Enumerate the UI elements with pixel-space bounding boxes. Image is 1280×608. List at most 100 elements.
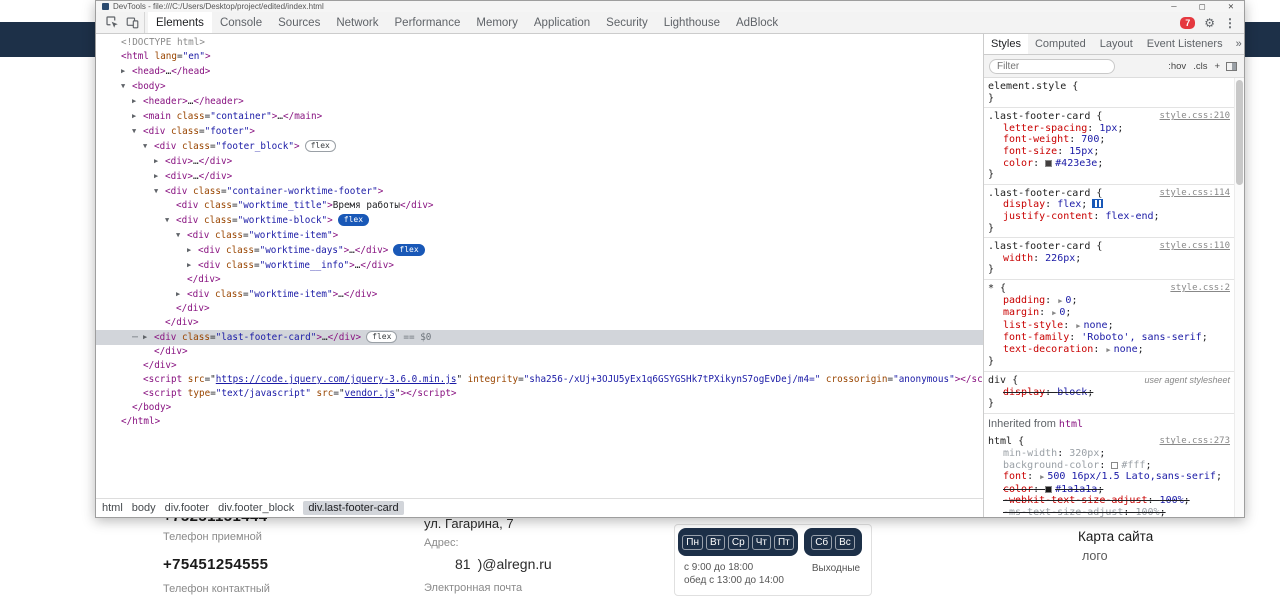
stylesheet-link[interactable]: style.css:110 <box>1154 241 1230 253</box>
css-property[interactable]: padding: ▶ 0; <box>988 295 1230 308</box>
worktime-title-node[interactable]: <div class="worktime_title">Время работы… <box>96 199 983 213</box>
expand-arrow-icon[interactable]: ▼ <box>132 124 143 138</box>
styles-tab-computed[interactable]: Computed <box>1028 34 1093 54</box>
script-jquery-node[interactable]: <script src="https://code.jquery.com/jqu… <box>96 373 983 387</box>
close-button[interactable]: ✕ <box>1228 2 1234 11</box>
css-property[interactable]: min-width: 320px; <box>988 448 1230 460</box>
css-property[interactable]: letter-spacing: 1px; <box>988 123 1230 135</box>
toggle-panel-icon[interactable] <box>1226 61 1237 71</box>
rule-selector[interactable]: element.style { <box>988 81 1078 93</box>
expand-arrow-icon[interactable]: ▶ <box>121 64 132 78</box>
closing-body[interactable]: </body> <box>96 401 983 415</box>
tab-application[interactable]: Application <box>526 12 598 33</box>
css-property[interactable]: margin: ▶ 0; <box>988 307 1230 320</box>
expand-arrow-icon[interactable]: ▶ <box>187 258 198 272</box>
header-node[interactable]: ▶ <header>…</header> <box>96 94 983 109</box>
stylesheet-link[interactable]: style.css:114 <box>1154 188 1230 200</box>
stylesheet-link[interactable]: style.css:210 <box>1154 111 1230 123</box>
rule-selector[interactable]: .last-footer-card { <box>988 111 1102 123</box>
day-pill[interactable]: Вс <box>835 534 855 550</box>
styles-toolbar-[interactable]: + <box>1214 61 1220 72</box>
styles-toolbar-hov[interactable]: :hov <box>1168 61 1186 72</box>
stylesheet-link[interactable]: style.css:2 <box>1164 283 1230 295</box>
body-node[interactable]: ▼ <body> <box>96 79 983 94</box>
css-property[interactable]: width: 226px; <box>988 253 1230 265</box>
crumb-div-last-footer-card[interactable]: div.last-footer-card <box>303 501 404 515</box>
expand-arrow-icon[interactable]: ▶ <box>132 94 143 108</box>
head-node[interactable]: ▶ <head>…</head> <box>96 64 983 79</box>
worktime-item-node[interactable]: ▼ <div class="worktime-item"> <box>96 228 983 243</box>
closing-div[interactable]: </div> <box>96 345 983 359</box>
expand-arrow-icon[interactable]: ▶ <box>187 243 198 257</box>
doctype-node[interactable]: <!DOCTYPE html> <box>96 36 983 50</box>
expand-arrow-icon[interactable]: ▶ <box>176 287 187 301</box>
script-vendor-node[interactable]: <script type="text/javascript" src="vend… <box>96 387 983 401</box>
tab-lighthouse[interactable]: Lighthouse <box>656 12 728 33</box>
expand-arrow-icon[interactable]: ▶ <box>132 109 143 123</box>
styles-toolbar-cls[interactable]: .cls <box>1193 61 1207 72</box>
css-property[interactable]: font-weight: 700; <box>988 134 1230 146</box>
flex-badge[interactable]: flex <box>366 331 398 343</box>
tab-elements[interactable]: Elements <box>148 12 212 33</box>
expand-arrow-icon[interactable]: ▼ <box>143 139 154 153</box>
crumb-div-footer[interactable]: div.footer <box>165 502 209 514</box>
crumb-div-footer_block[interactable]: div.footer_block <box>218 502 294 514</box>
main-node[interactable]: ▶ <main class="container">…</main> <box>96 109 983 124</box>
expand-shorthand-icon[interactable]: ▶ <box>1076 322 1080 330</box>
day-pill[interactable]: Вт <box>705 534 725 550</box>
expand-arrow-icon[interactable]: ▼ <box>176 228 187 242</box>
settings-gear-icon[interactable]: ⚙ <box>1204 17 1215 29</box>
tab-memory[interactable]: Memory <box>468 12 526 33</box>
css-property[interactable]: font-family: 'Roboto', sans-serif; <box>988 332 1230 344</box>
scrollbar-thumb[interactable] <box>1236 80 1243 185</box>
overflow-menu-icon[interactable]: ⋯ <box>132 331 143 345</box>
worktime-info-node[interactable]: ▶ <div class="worktime__info">…</div> <box>96 258 983 273</box>
rule-selector[interactable]: .last-footer-card { <box>988 241 1102 253</box>
day-pill[interactable]: Пт <box>773 534 794 550</box>
closing-html[interactable]: </html> <box>96 415 983 429</box>
styles-tab-styles[interactable]: Styles <box>984 34 1028 54</box>
flex-editor-icon[interactable] <box>1092 199 1104 209</box>
expand-shorthand-icon[interactable]: ▶ <box>1106 346 1110 354</box>
css-property[interactable]: text-decoration: ▶ none; <box>988 344 1230 357</box>
tab-network[interactable]: Network <box>328 12 386 33</box>
expand-arrow-icon[interactable]: ▼ <box>154 184 165 198</box>
flex-badge[interactable]: flex <box>304 140 336 152</box>
css-property[interactable]: -webkit-text-size-adjust: 100%; <box>988 495 1230 507</box>
tab-adblock[interactable]: AdBlock <box>728 12 786 33</box>
expand-shorthand-icon[interactable]: ▶ <box>1058 297 1062 305</box>
rule-selector[interactable]: div { <box>988 375 1018 387</box>
css-property[interactable]: color: #423e3e; <box>988 158 1230 170</box>
css-property[interactable]: -ms-text-size-adjust: 100%; <box>988 507 1230 517</box>
expand-arrow-icon[interactable]: ▼ <box>165 213 176 227</box>
color-swatch[interactable] <box>1045 485 1053 493</box>
worktime-block-node[interactable]: ▼ <div class="worktime-block"> flex <box>96 213 983 228</box>
closing-div[interactable]: </div> <box>96 359 983 373</box>
css-property[interactable]: background-color: #fff; <box>988 460 1230 472</box>
css-property[interactable]: list-style: ▶ none; <box>988 320 1230 333</box>
node-link[interactable]: html <box>1059 419 1083 430</box>
styles-tab--[interactable]: » <box>1230 34 1248 54</box>
last-footer-card-node[interactable]: ⋯ ▶ <div class="last-footer-card">…</div> f… <box>96 330 983 345</box>
expand-arrow-icon[interactable]: ▼ <box>121 79 132 93</box>
css-property[interactable]: justify-content: flex-end; <box>988 211 1230 223</box>
expand-shorthand-icon[interactable]: ▶ <box>1040 473 1044 481</box>
closing-div[interactable]: </div> <box>96 316 983 330</box>
day-pill[interactable]: Пн <box>682 534 703 550</box>
tab-sources[interactable]: Sources <box>270 12 328 33</box>
email-link[interactable]: 81)@alregn.ru <box>455 556 559 572</box>
closing-div[interactable]: </div> <box>96 273 983 287</box>
color-swatch[interactable] <box>1111 461 1119 469</box>
expand-arrow-icon[interactable]: ▶ <box>154 154 165 168</box>
stylesheet-link[interactable]: user agent stylesheet <box>1138 375 1230 387</box>
css-property[interactable]: color: #1a1a1a; <box>988 484 1230 496</box>
minimize-button[interactable]: ─ <box>1171 2 1176 11</box>
expand-arrow-icon[interactable]: ▶ <box>143 330 154 344</box>
rule-selector[interactable]: html { <box>988 436 1024 448</box>
day-pill[interactable]: Ср <box>727 534 749 550</box>
css-property[interactable]: font-size: 15px; <box>988 146 1230 158</box>
div-node[interactable]: ▶ <div>…</div> <box>96 169 983 184</box>
html-node[interactable]: <html lang="en"> <box>96 50 983 64</box>
tab-security[interactable]: Security <box>598 12 656 33</box>
error-count-badge[interactable]: 7 <box>1180 16 1196 29</box>
